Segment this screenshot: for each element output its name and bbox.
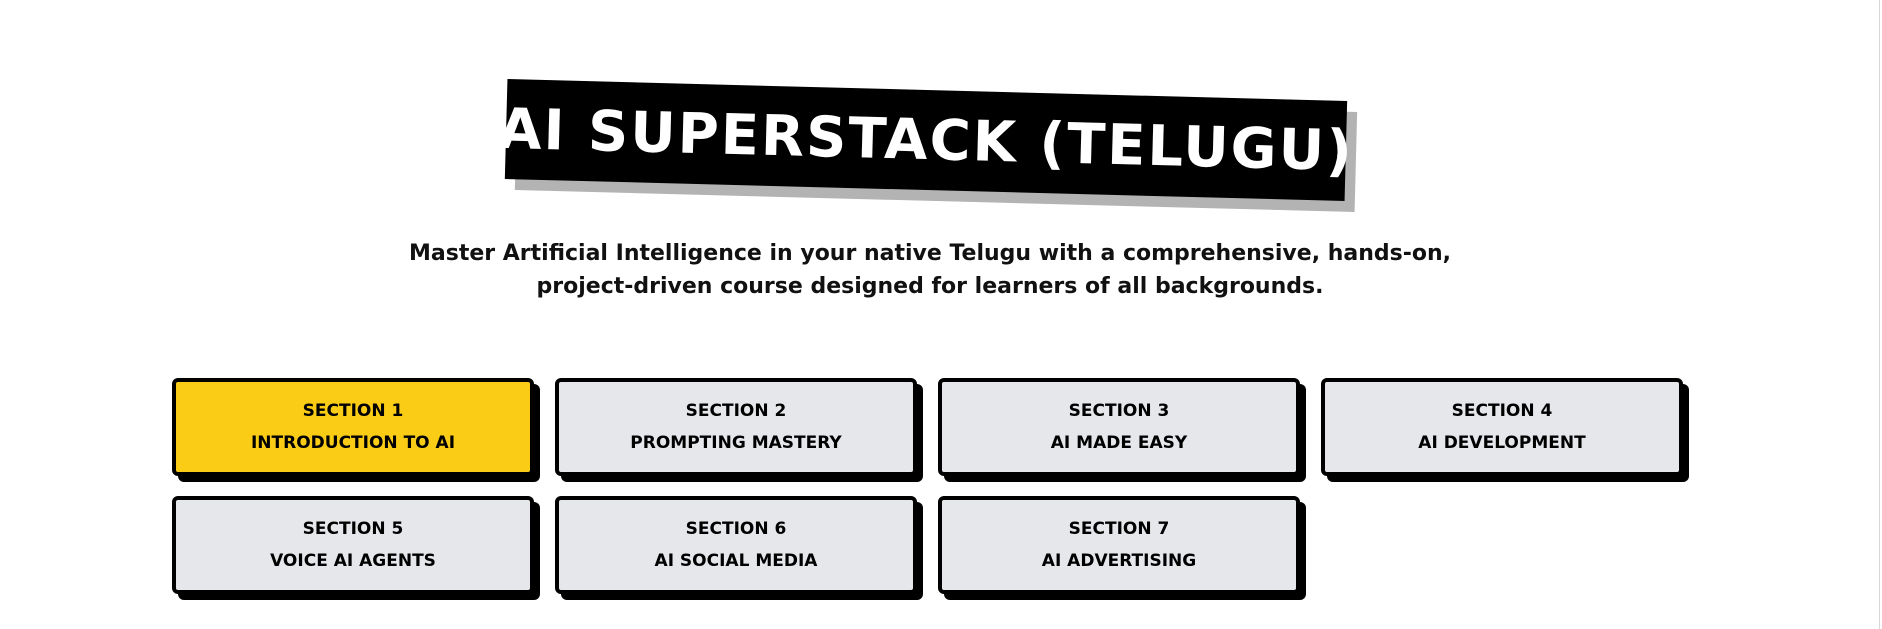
subtitle-line-1: Master Artificial Intelligence in your n… [408,241,1451,266]
subtitle-line-2: project-driven course designed for learn… [536,274,1324,299]
title-banner: AI SUPERSTACK (TELUGU) [497,79,1358,212]
section-grid: SECTION 1 INTRODUCTION TO AI SECTION 2 P… [172,378,1683,594]
section-card-6[interactable]: SECTION 6 AI SOCIAL MEDIA [555,496,917,594]
section-number: SECTION 4 [1451,401,1553,421]
page-subtitle: Master Artificial Intelligence in your n… [400,237,1460,303]
section-number: SECTION 1 [302,401,404,421]
section-card-1[interactable]: SECTION 1 INTRODUCTION TO AI [172,378,534,476]
section-number: SECTION 3 [1068,401,1170,421]
section-card-7[interactable]: SECTION 7 AI ADVERTISING [938,496,1300,594]
section-title: VOICE AI AGENTS [270,551,436,571]
page-edge-divider [1879,0,1880,629]
section-card-5[interactable]: SECTION 5 VOICE AI AGENTS [172,496,534,594]
section-title: PROMPTING MASTERY [630,433,842,453]
section-number: SECTION 6 [685,519,787,539]
section-number: SECTION 5 [302,519,404,539]
section-title: AI MADE EASY [1050,433,1188,453]
section-title: AI DEVELOPMENT [1418,433,1586,453]
section-card-4[interactable]: SECTION 4 AI DEVELOPMENT [1321,378,1683,476]
section-card-3[interactable]: SECTION 3 AI MADE EASY [938,378,1300,476]
section-title: AI SOCIAL MEDIA [654,551,818,571]
section-number: SECTION 2 [685,401,787,421]
page: AI SUPERSTACK (TELUGU) Master Artificial… [0,0,1882,629]
section-card-2[interactable]: SECTION 2 PROMPTING MASTERY [555,378,917,476]
page-title: AI SUPERSTACK (TELUGU) [497,96,1355,184]
section-number: SECTION 7 [1068,519,1170,539]
section-title: AI ADVERTISING [1041,551,1197,571]
section-title: INTRODUCTION TO AI [250,433,456,453]
